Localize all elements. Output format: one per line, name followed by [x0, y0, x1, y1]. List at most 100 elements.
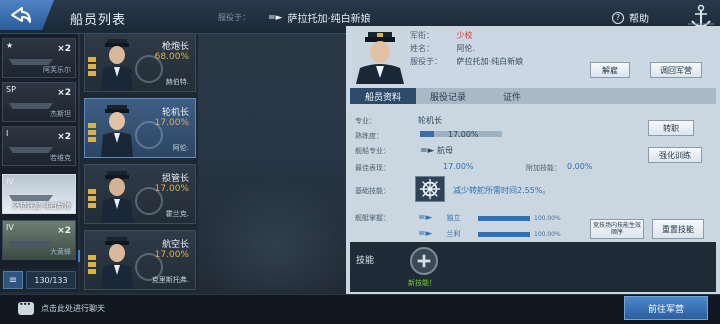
- mastery-ship-name: 兰利: [446, 230, 461, 238]
- crew-card-selected[interactable]: 轮机长 17.00% 阿伦.: [84, 98, 196, 158]
- tab-certificates[interactable]: 证件: [490, 88, 534, 104]
- rank-insignia: [88, 255, 96, 281]
- serve-ship-name: 萨拉托加·纯白新娘: [287, 14, 371, 25]
- back-arrow-icon: [11, 7, 31, 23]
- proficiency-label: 熟练度：: [355, 132, 383, 140]
- name-row: 姓名： 阿伦.: [410, 43, 475, 54]
- ship-card[interactable]: I ×2 若维克: [2, 126, 76, 166]
- ship-spec-label: 舰船专业：: [355, 147, 390, 155]
- name-value: 阿伦.: [456, 44, 476, 53]
- mastery-bar-fill: [478, 232, 530, 237]
- crew-card[interactable]: 航空长 17.00% 克里斯托弗.: [84, 230, 196, 290]
- extra-skill-value: 0.00%: [567, 162, 593, 171]
- extra-skill-label: 附加技能：: [526, 164, 561, 172]
- rank-value: 少校: [456, 31, 473, 40]
- skill-order-button[interactable]: 竞技场内技能生效顺序: [590, 219, 644, 239]
- add-skill-button[interactable]: [410, 247, 438, 275]
- base-skill-label: 基础技能：: [355, 187, 390, 195]
- ship-image: [9, 195, 53, 201]
- list-view-button[interactable]: ≡: [3, 271, 23, 289]
- ship-tier: ★: [6, 41, 14, 50]
- proficiency-value: 17.00%: [448, 130, 479, 139]
- crew-card[interactable]: 枪炮长 68.00% 赫伯特.: [84, 34, 196, 92]
- dismiss-button[interactable]: 解雇: [590, 62, 630, 78]
- crew-proficiency: 17.00%: [154, 184, 189, 194]
- new-skill-label: 新技能！: [408, 279, 436, 287]
- train-button[interactable]: 强化训练: [648, 147, 702, 163]
- ship-name: 大黄蜂: [50, 248, 71, 256]
- reset-skills-button[interactable]: 重置技能: [652, 219, 704, 239]
- ship-name: 若维克: [50, 154, 71, 162]
- crew-card[interactable]: 损管长 17.00% 霍兰克.: [84, 164, 196, 224]
- ship-card[interactable]: SP ×2 杰斯坦: [2, 82, 76, 122]
- mastery-pct: 100.00%: [534, 231, 561, 238]
- ship-image: [9, 103, 53, 109]
- serve-row: 服役于： 萨拉托加·纯白新娘: [410, 56, 523, 67]
- ship-spec-text: 航母: [437, 146, 454, 155]
- ship-image: [9, 147, 53, 153]
- crew-list: 枪炮长 68.00% 赫伯特. 轮机长 17.00% 阿伦. 损管长 17.00…: [80, 34, 198, 292]
- list-icon: ≡: [8, 274, 18, 286]
- return-to-barracks-button[interactable]: 调回军营: [650, 62, 702, 78]
- crew-name: 赫伯特.: [165, 78, 189, 86]
- specialty-value: 轮机长: [418, 116, 442, 125]
- crew-role: 航空长: [161, 240, 189, 250]
- transfer-button[interactable]: 转职: [648, 120, 694, 136]
- ship-tier: SP: [6, 85, 16, 94]
- ship-mastery-label: 舰艇掌握：: [355, 214, 390, 222]
- bottom-bar: [0, 294, 720, 324]
- mastery-row: =► 独立: [418, 213, 460, 223]
- serve-label: 服役于：: [410, 57, 442, 66]
- crew-count-button[interactable]: 130/133: [26, 271, 76, 289]
- crew-proficiency: 17.00%: [154, 118, 189, 128]
- crew-name: 阿伦.: [172, 144, 189, 152]
- tab-crew-info[interactable]: 船员资料: [350, 88, 416, 104]
- crew-name: 克里斯托弗.: [151, 276, 189, 284]
- ship-card[interactable]: ★ ×2 阿芙乐尔: [2, 38, 76, 78]
- crew-role: 枪炮长: [161, 42, 189, 52]
- ship-count: ×2: [57, 226, 71, 236]
- skill-section: [350, 242, 716, 292]
- ship-wheel-icon: [419, 178, 441, 200]
- mastery-bar: [478, 232, 530, 237]
- crew-portrait: [101, 171, 133, 223]
- page-title: 船员列表: [70, 13, 127, 28]
- helm-skill-icon: [415, 176, 445, 202]
- carrier-class-icon: =►: [418, 213, 433, 223]
- ship-tier: IV: [6, 223, 14, 232]
- rank-label: 军衔：: [410, 31, 434, 40]
- rank-row: 军衔： 少校: [410, 30, 473, 41]
- tab-service-record[interactable]: 服役记录: [420, 88, 476, 104]
- ship-tier: IV: [6, 177, 14, 186]
- specialty-label: 专业：: [355, 117, 376, 125]
- ship-name: 萨拉托加·纯白新娘: [12, 202, 71, 210]
- mastery-row: =► 兰利: [418, 229, 460, 239]
- ship-count: ×2: [57, 88, 71, 98]
- crew-portrait: [101, 105, 133, 157]
- crew-proficiency: 17.00%: [154, 250, 189, 260]
- serve-value: 萨拉托加·纯白新娘: [456, 57, 524, 66]
- carrier-class-icon: =►: [418, 229, 433, 239]
- help-button[interactable]: ? 帮助: [612, 10, 649, 25]
- base-skill-value: 减少转舵所需时间2.55%。: [453, 186, 551, 195]
- best-perf-value: 17.00%: [443, 162, 474, 171]
- help-label: 帮助: [629, 14, 649, 25]
- ship-card[interactable]: IV ×2 大黄蜂: [2, 220, 76, 260]
- chat-label: 点击此处进行聊天: [41, 304, 105, 313]
- rank-insignia: [88, 123, 96, 149]
- go-to-barracks-button[interactable]: 前往军营: [624, 296, 708, 320]
- mastery-bar: [478, 216, 530, 221]
- crew-portrait: [101, 39, 133, 91]
- rank-insignia: [88, 189, 96, 215]
- crew-name: 霍兰克.: [165, 210, 189, 218]
- carrier-class-icon: =►: [420, 146, 435, 156]
- chat-bubble-icon: [18, 300, 34, 315]
- mastery-pct: 100.00%: [534, 215, 561, 222]
- proficiency-bar-fill: [420, 131, 434, 137]
- ship-card-selected[interactable]: IV 萨拉托加·纯白新娘: [2, 174, 76, 214]
- chat-button[interactable]: 点击此处进行聊天: [18, 300, 105, 315]
- ship-name: 阿芙乐尔: [43, 66, 71, 74]
- ship-count: ×2: [57, 44, 71, 54]
- ship-image: [9, 59, 53, 65]
- skill-label: 技能: [356, 256, 375, 266]
